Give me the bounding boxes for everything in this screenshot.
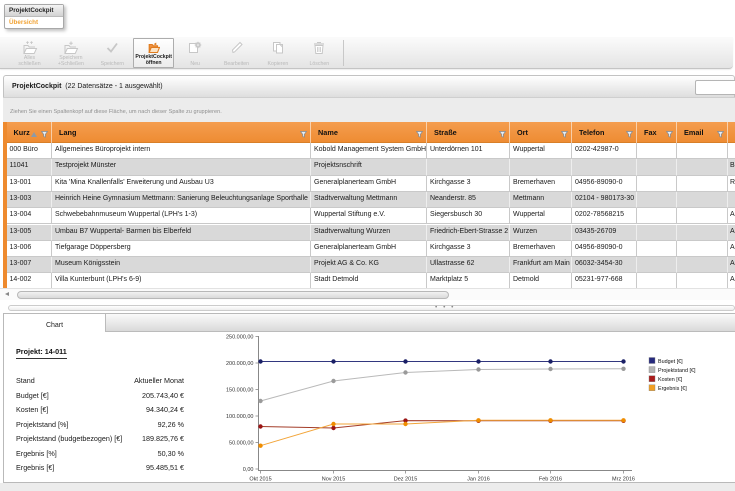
- svg-text:Projektstand [€]: Projektstand [€]: [658, 368, 696, 374]
- svg-text:Ergebnis [€]: Ergebnis [€]: [658, 386, 687, 392]
- svg-text:250.000,00: 250.000,00: [226, 335, 254, 341]
- svg-text:100.000,00: 100.000,00: [226, 414, 254, 420]
- svg-text:Okt 2015: Okt 2015: [249, 477, 271, 483]
- svg-text:150.000,00: 150.000,00: [226, 388, 254, 394]
- svg-text:200.000,00: 200.000,00: [226, 361, 254, 367]
- svg-text:Dez 2015: Dez 2015: [394, 477, 418, 483]
- svg-text:Jan 2016: Jan 2016: [467, 477, 490, 483]
- svg-text:Nov 2015: Nov 2015: [322, 477, 346, 483]
- svg-text:Kosten [€]: Kosten [€]: [658, 377, 683, 383]
- svg-text:Feb 2016: Feb 2016: [539, 477, 562, 483]
- svg-text:Mrz 2016: Mrz 2016: [612, 477, 635, 483]
- svg-text:0,00: 0,00: [243, 467, 254, 473]
- svg-text:Budget [€]: Budget [€]: [658, 359, 683, 365]
- svg-text:50.000,00: 50.000,00: [229, 441, 253, 447]
